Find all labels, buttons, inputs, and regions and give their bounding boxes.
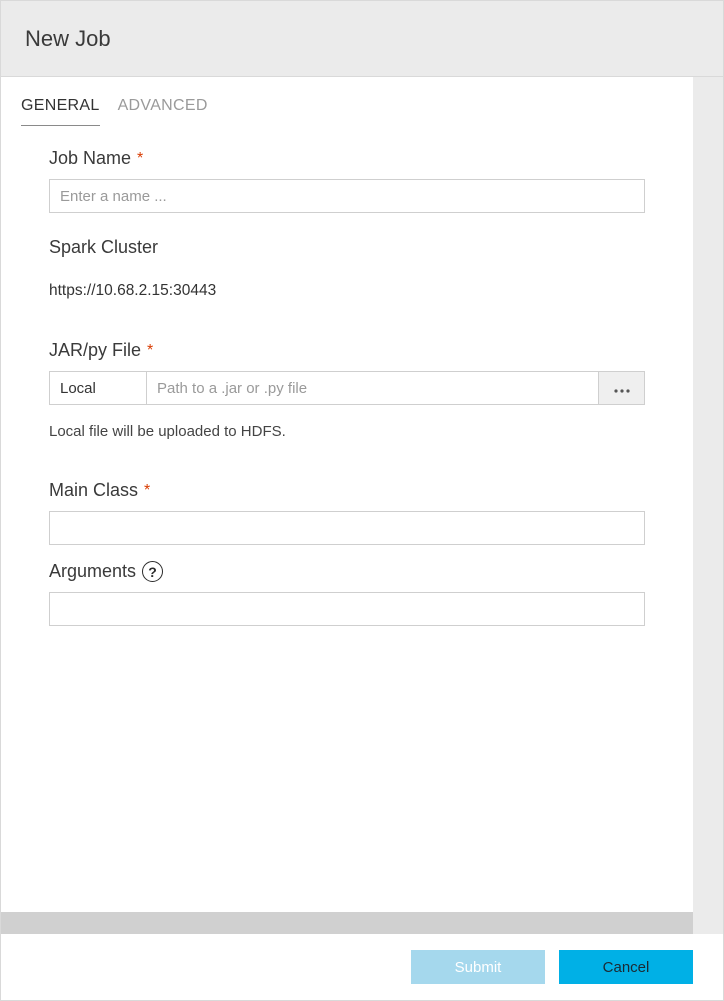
tab-bar: GENERAL ADVANCED bbox=[21, 91, 673, 126]
dots-horizontal-icon bbox=[613, 378, 631, 399]
dialog-title: New Job bbox=[25, 26, 111, 52]
jar-file-row: Local bbox=[49, 371, 645, 405]
form-area: Job Name * Spark Cluster https://10.68.2… bbox=[21, 148, 673, 626]
main-class-group: Main Class * bbox=[49, 480, 645, 545]
submit-button[interactable]: Submit bbox=[411, 950, 545, 984]
dialog-header: New Job bbox=[1, 1, 723, 77]
help-icon[interactable]: ? bbox=[142, 561, 163, 582]
main-class-input[interactable] bbox=[49, 511, 645, 545]
jar-file-label-text: JAR/py File bbox=[49, 340, 141, 361]
spark-cluster-label: Spark Cluster bbox=[49, 237, 645, 258]
arguments-label: Arguments ? bbox=[49, 561, 645, 582]
jar-source-select[interactable]: Local bbox=[49, 371, 147, 405]
jar-file-label: JAR/py File * bbox=[49, 340, 645, 361]
job-name-input[interactable] bbox=[49, 179, 645, 213]
arguments-group: Arguments ? bbox=[49, 561, 645, 626]
dialog-body: GENERAL ADVANCED Job Name * Spark Cluste… bbox=[1, 77, 723, 912]
job-name-group: Job Name * bbox=[49, 148, 645, 213]
jar-path-input[interactable] bbox=[147, 371, 599, 405]
required-star-icon: * bbox=[137, 150, 143, 168]
job-name-label-text: Job Name bbox=[49, 148, 131, 169]
tab-advanced[interactable]: ADVANCED bbox=[118, 91, 208, 126]
dialog-frame: New Job GENERAL ADVANCED Job Name * bbox=[0, 0, 724, 1001]
status-strip bbox=[1, 912, 693, 934]
main-class-label-text: Main Class bbox=[49, 480, 138, 501]
jar-file-group: JAR/py File * Local bbox=[49, 340, 645, 440]
main-class-label: Main Class * bbox=[49, 480, 645, 501]
spark-cluster-label-text: Spark Cluster bbox=[49, 237, 158, 258]
required-star-icon: * bbox=[144, 482, 150, 500]
content-panel: GENERAL ADVANCED Job Name * Spark Cluste… bbox=[1, 77, 693, 912]
jar-source-selected: Local bbox=[60, 380, 96, 397]
tab-general[interactable]: GENERAL bbox=[21, 91, 100, 126]
browse-button[interactable] bbox=[599, 371, 645, 405]
right-gutter bbox=[693, 77, 723, 912]
dialog-footer: Submit Cancel bbox=[1, 934, 723, 1000]
arguments-label-text: Arguments bbox=[49, 561, 136, 582]
jar-file-hint: Local file will be uploaded to HDFS. bbox=[49, 423, 645, 440]
job-name-label: Job Name * bbox=[49, 148, 645, 169]
cancel-button[interactable]: Cancel bbox=[559, 950, 693, 984]
spark-cluster-group: Spark Cluster https://10.68.2.15:30443 bbox=[49, 237, 645, 300]
arguments-input[interactable] bbox=[49, 592, 645, 626]
spark-cluster-value: https://10.68.2.15:30443 bbox=[49, 276, 645, 300]
required-star-icon: * bbox=[147, 342, 153, 360]
